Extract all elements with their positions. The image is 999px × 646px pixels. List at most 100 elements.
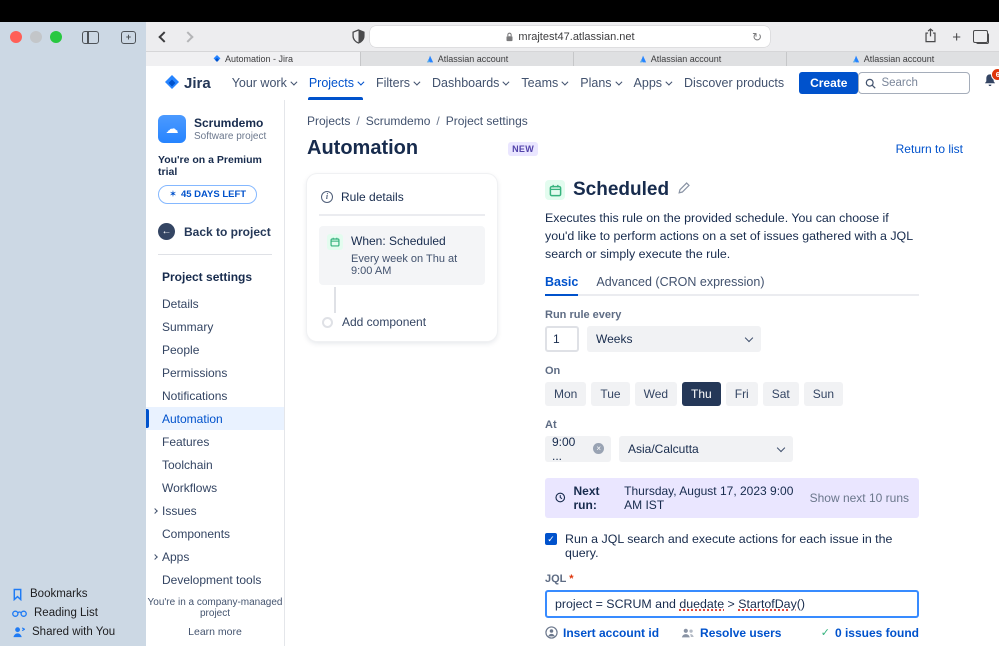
breadcrumb-projects[interactable]: Projects bbox=[307, 114, 350, 128]
sidebar-item-automation[interactable]: Automation bbox=[146, 407, 284, 430]
sidebar-item-notifications[interactable]: Notifications bbox=[146, 384, 284, 407]
tab-advanced-cron[interactable]: Advanced (CRON expression) bbox=[596, 275, 764, 294]
sidebar-item-reading-list[interactable]: Reading List bbox=[12, 606, 115, 620]
day-button-sat[interactable]: Sat bbox=[762, 381, 799, 406]
day-button-mon[interactable]: Mon bbox=[545, 381, 587, 406]
sidebar-item-bookmarks[interactable]: Bookmarks bbox=[12, 587, 115, 601]
jira-logo[interactable]: Jira bbox=[164, 75, 211, 92]
sidebar-item-shared-with-you[interactable]: Shared with You bbox=[12, 625, 115, 639]
search-input[interactable] bbox=[881, 77, 952, 89]
rule-details-item[interactable]: i Rule details bbox=[319, 186, 485, 214]
sidebar-item-components[interactable]: Components bbox=[146, 522, 284, 545]
jql-input[interactable]: project = SCRUM and duedate > StartofDay… bbox=[545, 589, 919, 618]
scheduled-config-panel: Scheduled Executes this rule on the prov… bbox=[545, 174, 919, 646]
jira-top-nav: Jira Your work Projects Filters Dashboar… bbox=[146, 66, 999, 100]
interval-input[interactable] bbox=[545, 325, 579, 352]
resolve-users-link[interactable]: Resolve users bbox=[681, 626, 781, 640]
rule-details-label: Rule details bbox=[341, 190, 404, 204]
share-icon[interactable] bbox=[924, 28, 937, 48]
forward-button[interactable] bbox=[182, 31, 194, 43]
time-input[interactable]: 9:00 ... × bbox=[545, 435, 611, 463]
nav-label: Dashboards bbox=[432, 76, 500, 90]
add-component-button[interactable]: Add component bbox=[319, 315, 485, 329]
nav-projects[interactable]: Projects bbox=[302, 66, 369, 100]
interval-unit-value: Weeks bbox=[596, 331, 633, 346]
nav-your-work[interactable]: Your work bbox=[225, 66, 302, 100]
tab-group-icon[interactable]: + bbox=[121, 30, 136, 44]
sidebar-item-issues[interactable]: Issues bbox=[146, 499, 284, 522]
trial-days-button[interactable]: ✶ 45 DAYS LEFT bbox=[158, 185, 258, 204]
sidebar-toggle-icon[interactable] bbox=[82, 30, 99, 44]
new-tab-icon[interactable]: + bbox=[952, 30, 961, 45]
day-button-sun[interactable]: Sun bbox=[803, 381, 844, 406]
insert-account-id-link[interactable]: Insert account id bbox=[545, 626, 659, 640]
nav-apps[interactable]: Apps bbox=[627, 66, 678, 100]
sidebar-item-workflows[interactable]: Workflows bbox=[146, 476, 284, 499]
sidebar-item-permissions[interactable]: Permissions bbox=[146, 361, 284, 384]
nav-dashboards[interactable]: Dashboards bbox=[425, 66, 514, 100]
timezone-select[interactable]: Asia/Calcutta bbox=[619, 435, 793, 462]
edit-pencil-icon[interactable] bbox=[677, 181, 691, 200]
back-button[interactable] bbox=[158, 31, 170, 43]
chevron-right-icon bbox=[152, 507, 158, 514]
nav-teams[interactable]: Teams bbox=[514, 66, 573, 100]
privacy-shield-icon[interactable] bbox=[352, 29, 365, 49]
empty-circle-icon bbox=[322, 316, 333, 328]
project-settings-sidebar: ☁ Scrumdemo Software project You're on a… bbox=[146, 100, 285, 646]
issues-found-status[interactable]: ✓ 0 issues found bbox=[821, 626, 919, 640]
nav-filters[interactable]: Filters bbox=[369, 66, 425, 100]
tab-atlassian-account-2[interactable]: Atlassian account bbox=[573, 52, 786, 66]
on-label: On bbox=[545, 364, 561, 377]
day-button-thu[interactable]: Thu bbox=[682, 381, 721, 406]
return-to-list-link[interactable]: Return to list bbox=[896, 142, 963, 156]
tab-atlassian-account-3[interactable]: Atlassian account bbox=[786, 52, 999, 66]
sidebar-item-development-tools[interactable]: Development tools bbox=[146, 568, 284, 591]
project-avatar: ☁ bbox=[158, 115, 186, 143]
day-button-tue[interactable]: Tue bbox=[591, 381, 630, 406]
chevron-down-icon bbox=[776, 443, 786, 453]
zoom-window-button[interactable] bbox=[50, 31, 62, 43]
sidebar-item-summary[interactable]: Summary bbox=[146, 315, 284, 338]
show-next-runs-link[interactable]: Show next 10 runs bbox=[810, 491, 909, 505]
day-picker: Mon Tue Wed Thu Fri Sat Sun bbox=[545, 381, 919, 406]
toolbar-sidebar-region: + bbox=[0, 22, 146, 52]
item-label: Details bbox=[162, 296, 199, 311]
interval-unit-select[interactable]: Weeks bbox=[587, 325, 761, 352]
trigger-component-selected[interactable]: When: Scheduled Every week on Thu at 9:0… bbox=[319, 226, 485, 285]
jql-checkbox[interactable]: ✓ bbox=[545, 532, 557, 545]
tab-overview-icon[interactable] bbox=[973, 29, 989, 44]
search-box[interactable] bbox=[858, 72, 971, 94]
sidebar-item-toolchain[interactable]: Toolchain bbox=[146, 453, 284, 476]
jql-text: > bbox=[724, 596, 739, 611]
clear-icon[interactable]: × bbox=[593, 443, 604, 455]
sidebar-item-features[interactable]: Features bbox=[146, 430, 284, 453]
day-button-wed[interactable]: Wed bbox=[634, 381, 678, 406]
tab-automation-jira[interactable]: Automation - Jira bbox=[146, 52, 360, 66]
day-button-fri[interactable]: Fri bbox=[725, 381, 758, 406]
breadcrumb-scrumdemo[interactable]: Scrumdemo bbox=[366, 114, 431, 128]
panel-title: Scheduled bbox=[573, 179, 670, 200]
sidebar-item-apps[interactable]: Apps bbox=[146, 545, 284, 568]
back-to-project[interactable]: ← Back to project bbox=[146, 223, 284, 240]
nav-discover-products[interactable]: Discover products bbox=[677, 66, 791, 100]
jql-checkbox-label: Run a JQL search and execute actions for… bbox=[565, 531, 893, 560]
close-window-button[interactable] bbox=[10, 31, 22, 43]
breadcrumb-project-settings[interactable]: Project settings bbox=[446, 114, 528, 128]
notifications-button[interactable]: 6 bbox=[983, 68, 999, 93]
sidebar-item-details[interactable]: Details bbox=[146, 292, 284, 315]
nav-plans[interactable]: Plans bbox=[573, 66, 626, 100]
url-bar[interactable]: mrajtest47.atlassian.net ↻ bbox=[370, 26, 770, 47]
create-button[interactable]: Create bbox=[799, 72, 859, 94]
tab-atlassian-account-1[interactable]: Atlassian account bbox=[360, 52, 573, 66]
divider bbox=[158, 254, 272, 255]
chevron-down-icon bbox=[357, 78, 365, 86]
nav-label: Teams bbox=[521, 76, 559, 90]
reload-icon[interactable]: ↻ bbox=[752, 30, 762, 44]
sidebar-item-people[interactable]: People bbox=[146, 338, 284, 361]
person-icon bbox=[545, 626, 558, 640]
next-run-value: Thursday, August 17, 2023 9:00 AM IST bbox=[624, 483, 794, 512]
shared-person-icon bbox=[13, 627, 25, 638]
learn-more-link[interactable]: Learn more bbox=[146, 626, 284, 638]
tab-basic[interactable]: Basic bbox=[545, 275, 579, 296]
minimize-window-button[interactable] bbox=[30, 31, 42, 43]
